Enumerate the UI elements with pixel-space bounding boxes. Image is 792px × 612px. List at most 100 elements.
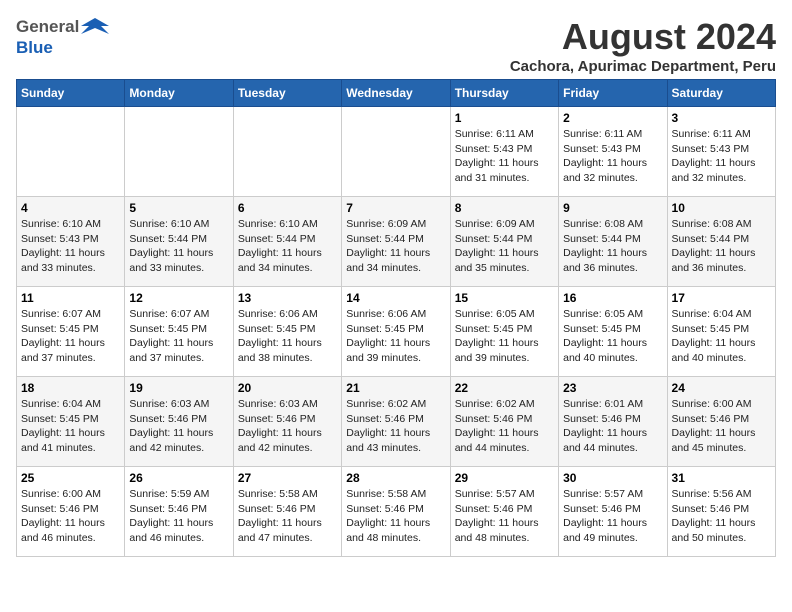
day-number: 24	[672, 381, 771, 395]
calendar-cell: 5 Sunrise: 6:10 AM Sunset: 5:44 PM Daylig…	[125, 197, 233, 287]
header-day-friday: Friday	[559, 80, 667, 107]
day-detail: Sunrise: 6:11 AM Sunset: 5:43 PM Dayligh…	[563, 127, 662, 186]
day-detail: Sunrise: 6:09 AM Sunset: 5:44 PM Dayligh…	[455, 217, 554, 276]
calendar-cell: 23 Sunrise: 6:01 AM Sunset: 5:46 PM Dayli…	[559, 377, 667, 467]
day-number: 9	[563, 201, 662, 215]
day-number: 14	[346, 291, 445, 305]
day-detail: Sunrise: 6:11 AM Sunset: 5:43 PM Dayligh…	[672, 127, 771, 186]
day-detail: Sunrise: 6:01 AM Sunset: 5:46 PM Dayligh…	[563, 397, 662, 456]
calendar-header-row: SundayMondayTuesdayWednesdayThursdayFrid…	[17, 80, 776, 107]
day-number: 6	[238, 201, 337, 215]
day-detail: Sunrise: 5:58 AM Sunset: 5:46 PM Dayligh…	[346, 487, 445, 546]
day-number: 18	[21, 381, 120, 395]
day-number: 12	[129, 291, 228, 305]
day-detail: Sunrise: 6:10 AM Sunset: 5:43 PM Dayligh…	[21, 217, 120, 276]
header-day-tuesday: Tuesday	[233, 80, 341, 107]
day-detail: Sunrise: 6:11 AM Sunset: 5:43 PM Dayligh…	[455, 127, 554, 186]
day-number: 20	[238, 381, 337, 395]
calendar-week-2: 4 Sunrise: 6:10 AM Sunset: 5:43 PM Daylig…	[17, 197, 776, 287]
calendar-cell: 13Sunrise: 6:06 AM Sunset: 5:45 PM Dayli…	[233, 287, 341, 377]
day-number: 16	[563, 291, 662, 305]
calendar-week-1: 1 Sunrise: 6:11 AM Sunset: 5:43 PM Daylig…	[17, 107, 776, 197]
day-number: 30	[563, 471, 662, 485]
day-number: 25	[21, 471, 120, 485]
day-number: 23	[563, 381, 662, 395]
calendar-cell: 6 Sunrise: 6:10 AM Sunset: 5:44 PM Daylig…	[233, 197, 341, 287]
calendar-cell: 31 Sunrise: 5:56 AM Sunset: 5:46 PM Dayli…	[667, 467, 775, 557]
day-detail: Sunrise: 6:04 AM Sunset: 5:45 PM Dayligh…	[21, 397, 120, 456]
day-number: 4	[21, 201, 120, 215]
calendar-week-5: 25Sunrise: 6:00 AM Sunset: 5:46 PM Dayli…	[17, 467, 776, 557]
calendar-cell: 18 Sunrise: 6:04 AM Sunset: 5:45 PM Dayli…	[17, 377, 125, 467]
day-detail: Sunrise: 6:03 AM Sunset: 5:46 PM Dayligh…	[238, 397, 337, 456]
calendar-cell: 24 Sunrise: 6:00 AM Sunset: 5:46 PM Dayli…	[667, 377, 775, 467]
day-detail: Sunrise: 6:06 AM Sunset: 5:45 PM Dayligh…	[238, 307, 337, 366]
day-detail: Sunrise: 6:05 AM Sunset: 5:45 PM Dayligh…	[455, 307, 554, 366]
calendar-cell: 27 Sunrise: 5:58 AM Sunset: 5:46 PM Dayli…	[233, 467, 341, 557]
header-day-saturday: Saturday	[667, 80, 775, 107]
header: General Blue August 2024 Cachora, Apurim…	[16, 16, 776, 75]
day-detail: Sunrise: 6:02 AM Sunset: 5:46 PM Dayligh…	[455, 397, 554, 456]
day-number: 27	[238, 471, 337, 485]
calendar-cell: 16 Sunrise: 6:05 AM Sunset: 5:45 PM Dayli…	[559, 287, 667, 377]
calendar-cell	[342, 107, 450, 197]
calendar-cell: 9 Sunrise: 6:08 AM Sunset: 5:44 PM Daylig…	[559, 197, 667, 287]
day-number: 29	[455, 471, 554, 485]
day-detail: Sunrise: 6:10 AM Sunset: 5:44 PM Dayligh…	[129, 217, 228, 276]
day-number: 31	[672, 471, 771, 485]
calendar-cell: 25Sunrise: 6:00 AM Sunset: 5:46 PM Dayli…	[17, 467, 125, 557]
day-detail: Sunrise: 6:00 AM Sunset: 5:46 PM Dayligh…	[672, 397, 771, 456]
day-detail: Sunrise: 6:05 AM Sunset: 5:45 PM Dayligh…	[563, 307, 662, 366]
day-number: 26	[129, 471, 228, 485]
calendar-cell: 17Sunrise: 6:04 AM Sunset: 5:45 PM Dayli…	[667, 287, 775, 377]
calendar-cell	[17, 107, 125, 197]
page-subtitle: Cachora, Apurimac Department, Peru	[510, 58, 776, 75]
day-number: 28	[346, 471, 445, 485]
calendar-week-3: 11Sunrise: 6:07 AM Sunset: 5:45 PM Dayli…	[17, 287, 776, 377]
calendar-cell: 12 Sunrise: 6:07 AM Sunset: 5:45 PM Dayli…	[125, 287, 233, 377]
day-number: 17	[672, 291, 771, 305]
header-day-thursday: Thursday	[450, 80, 558, 107]
day-number: 5	[129, 201, 228, 215]
day-detail: Sunrise: 6:10 AM Sunset: 5:44 PM Dayligh…	[238, 217, 337, 276]
day-detail: Sunrise: 6:06 AM Sunset: 5:45 PM Dayligh…	[346, 307, 445, 366]
calendar-cell: 22 Sunrise: 6:02 AM Sunset: 5:46 PM Dayli…	[450, 377, 558, 467]
calendar-cell: 19 Sunrise: 6:03 AM Sunset: 5:46 PM Dayli…	[125, 377, 233, 467]
day-detail: Sunrise: 5:58 AM Sunset: 5:46 PM Dayligh…	[238, 487, 337, 546]
calendar-cell: 14 Sunrise: 6:06 AM Sunset: 5:45 PM Dayli…	[342, 287, 450, 377]
day-number: 1	[455, 111, 554, 125]
calendar-cell: 29 Sunrise: 5:57 AM Sunset: 5:46 PM Dayli…	[450, 467, 558, 557]
calendar-cell: 10Sunrise: 6:08 AM Sunset: 5:44 PM Dayli…	[667, 197, 775, 287]
calendar-cell: 8Sunrise: 6:09 AM Sunset: 5:44 PM Daylig…	[450, 197, 558, 287]
day-detail: Sunrise: 5:56 AM Sunset: 5:46 PM Dayligh…	[672, 487, 771, 546]
title-section: August 2024 Cachora, Apurimac Department…	[510, 16, 776, 75]
logo-bird-icon	[81, 16, 109, 38]
day-detail: Sunrise: 6:07 AM Sunset: 5:45 PM Dayligh…	[129, 307, 228, 366]
logo-blue: Blue	[16, 38, 53, 58]
day-detail: Sunrise: 6:03 AM Sunset: 5:46 PM Dayligh…	[129, 397, 228, 456]
calendar-cell: 15Sunrise: 6:05 AM Sunset: 5:45 PM Dayli…	[450, 287, 558, 377]
day-number: 2	[563, 111, 662, 125]
day-number: 19	[129, 381, 228, 395]
day-detail: Sunrise: 6:02 AM Sunset: 5:46 PM Dayligh…	[346, 397, 445, 456]
day-detail: Sunrise: 5:57 AM Sunset: 5:46 PM Dayligh…	[455, 487, 554, 546]
day-detail: Sunrise: 5:59 AM Sunset: 5:46 PM Dayligh…	[129, 487, 228, 546]
day-detail: Sunrise: 6:07 AM Sunset: 5:45 PM Dayligh…	[21, 307, 120, 366]
page-title: August 2024	[510, 16, 776, 58]
calendar-cell: 7Sunrise: 6:09 AM Sunset: 5:44 PM Daylig…	[342, 197, 450, 287]
header-day-wednesday: Wednesday	[342, 80, 450, 107]
calendar-cell: 1 Sunrise: 6:11 AM Sunset: 5:43 PM Daylig…	[450, 107, 558, 197]
logo: General Blue	[16, 16, 109, 58]
calendar-cell: 30 Sunrise: 5:57 AM Sunset: 5:46 PM Dayli…	[559, 467, 667, 557]
calendar-cell	[125, 107, 233, 197]
day-number: 22	[455, 381, 554, 395]
day-detail: Sunrise: 5:57 AM Sunset: 5:46 PM Dayligh…	[563, 487, 662, 546]
day-detail: Sunrise: 6:08 AM Sunset: 5:44 PM Dayligh…	[672, 217, 771, 276]
day-number: 21	[346, 381, 445, 395]
calendar-cell: 3 Sunrise: 6:11 AM Sunset: 5:43 PM Daylig…	[667, 107, 775, 197]
day-number: 3	[672, 111, 771, 125]
day-detail: Sunrise: 6:08 AM Sunset: 5:44 PM Dayligh…	[563, 217, 662, 276]
header-day-sunday: Sunday	[17, 80, 125, 107]
header-day-monday: Monday	[125, 80, 233, 107]
day-detail: Sunrise: 6:09 AM Sunset: 5:44 PM Dayligh…	[346, 217, 445, 276]
